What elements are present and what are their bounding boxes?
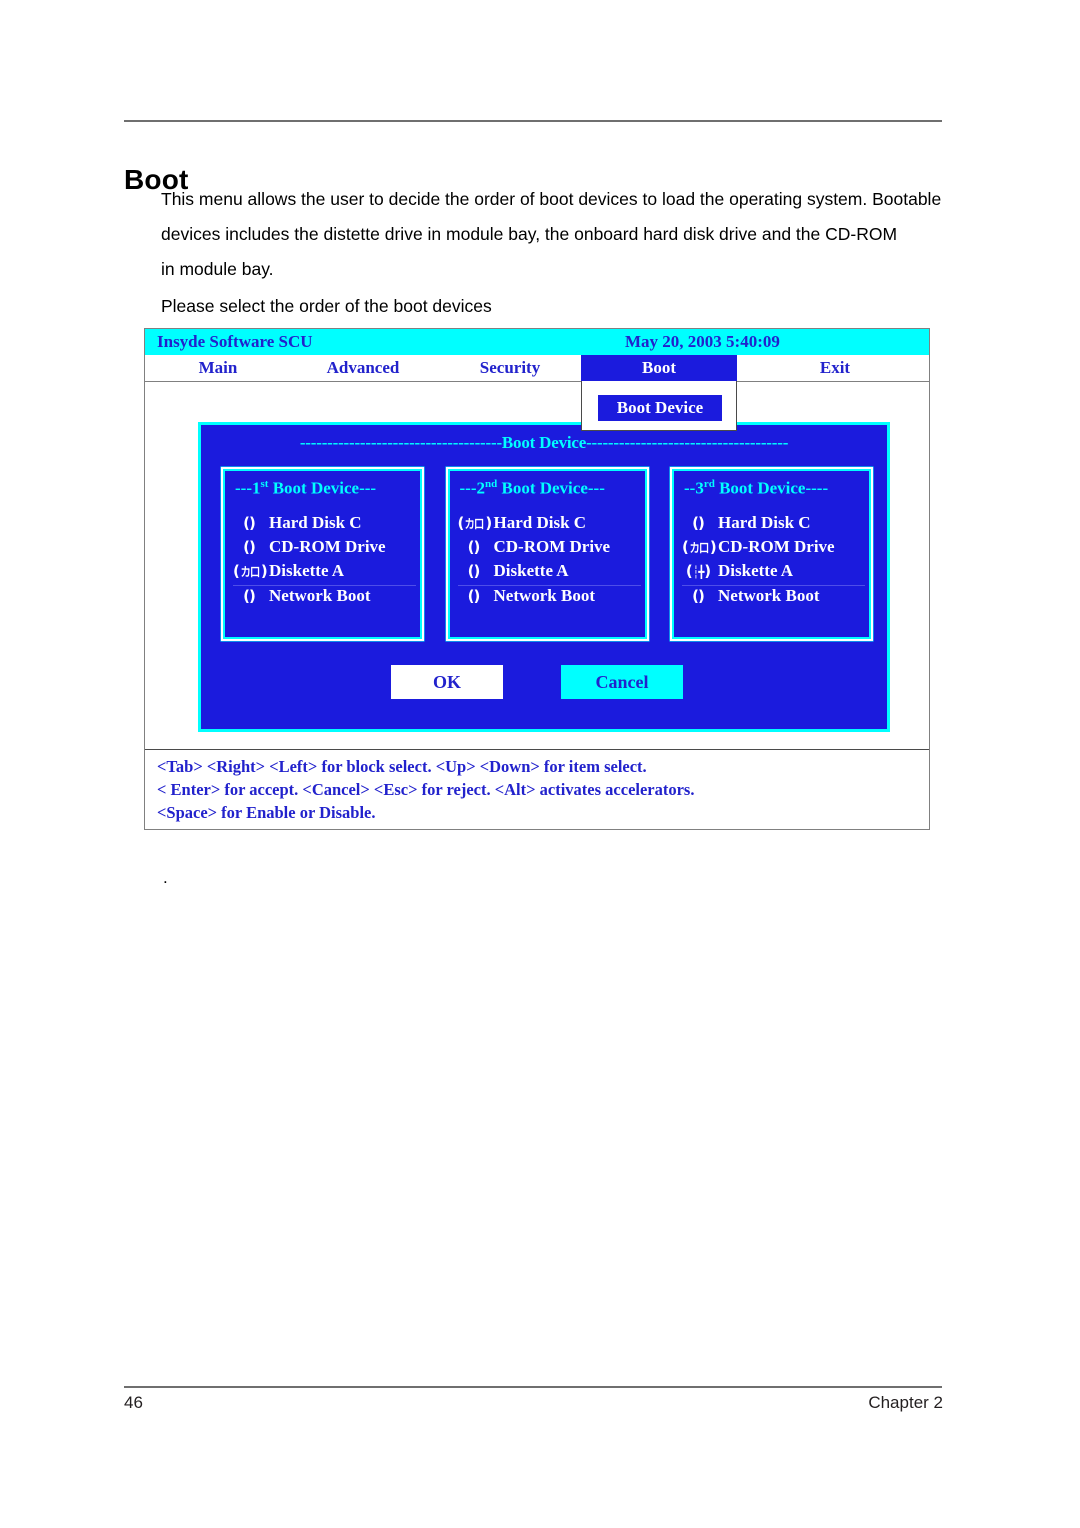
boot-menu-dropdown: Boot Device xyxy=(581,381,737,431)
footer-rule xyxy=(124,1386,942,1388)
panel-title: ---2nd Boot Device--- xyxy=(460,478,605,499)
help-line: < Enter> for accept. <Cancel> <Esc> for … xyxy=(157,780,695,799)
bios-menubar: Main Advanced Security Boot Exit xyxy=(145,355,929,382)
option-label: Network Boot xyxy=(718,586,820,605)
intro-paragraphs: This menu allows the user to decide the … xyxy=(161,182,942,324)
help-line: <Space> for Enable or Disable. xyxy=(157,803,376,822)
panel-2nd-boot-device: ---2nd Boot Device--- (カ口) Hard Disk C (… xyxy=(445,467,649,641)
header-rule xyxy=(124,120,942,122)
radio-indicator-icon[interactable]: (┆╋) xyxy=(682,562,714,580)
ok-button[interactable]: OK xyxy=(391,665,503,699)
option-network-boot[interactable]: () Network Boot xyxy=(457,585,641,610)
option-label: CD-ROM Drive xyxy=(718,537,835,556)
radio-indicator-icon[interactable]: () xyxy=(458,587,490,605)
menu-item-exit[interactable]: Exit xyxy=(785,355,885,381)
option-cd-rom-drive[interactable]: (カ口) CD-ROM Drive xyxy=(682,537,865,561)
bios-titlebar: Insyde Software SCU May 20, 2003 5:40:09 xyxy=(145,329,929,355)
panel-title-suffix: Boot Device--- xyxy=(268,478,377,498)
menu-item-security[interactable]: Security xyxy=(445,355,575,381)
stray-mark: . xyxy=(163,868,168,887)
footer-chapter-label: Chapter 2 xyxy=(868,1393,943,1412)
panel-title-ordinal: rd xyxy=(703,478,715,490)
option-list: () Hard Disk C () CD-ROM Drive (カ口) Disk… xyxy=(233,513,416,610)
dialog-button-row: OK Cancel xyxy=(201,665,887,699)
option-label: Network Boot xyxy=(269,586,371,605)
panel-3rd-boot-device: --3rd Boot Device---- () Hard Disk C (カ口… xyxy=(670,467,873,641)
option-network-boot[interactable]: () Network Boot xyxy=(682,585,865,610)
panel-title-prefix: ---1 xyxy=(235,478,261,498)
radio-indicator-icon[interactable]: () xyxy=(233,538,265,556)
option-label: Diskette A xyxy=(718,561,794,580)
footer-page-number: 46 xyxy=(124,1393,143,1412)
option-label: Hard Disk C xyxy=(718,513,811,532)
panel-1st-boot-device: ---1st Boot Device--- () Hard Disk C () … xyxy=(221,467,424,641)
bios-help-bar: <Tab> <Right> <Left> for block select. <… xyxy=(145,749,929,829)
option-diskette-a[interactable]: (┆╋) Diskette A xyxy=(682,561,865,585)
panel-title-suffix: Boot Device---- xyxy=(714,478,829,498)
radio-indicator-icon[interactable]: () xyxy=(458,538,490,556)
panel-title-ordinal: nd xyxy=(484,478,498,490)
option-label: Network Boot xyxy=(493,586,596,605)
boot-device-dialog: -------------------------------------Boo… xyxy=(195,419,893,735)
bios-datetime: May 20, 2003 5:40:09 xyxy=(625,332,780,351)
option-hard-disk-c[interactable]: () Hard Disk C xyxy=(233,513,416,537)
dialog-title: -------------------------------------Boo… xyxy=(299,433,789,452)
option-hard-disk-c[interactable]: () Hard Disk C xyxy=(682,513,865,537)
document-page: Boot This menu allows the user to decide… xyxy=(0,0,1080,1528)
panel-title-suffix: Boot Device--- xyxy=(497,478,605,498)
paragraph-line: Please select the order of the boot devi… xyxy=(161,296,492,316)
radio-indicator-icon[interactable]: (カ口) xyxy=(458,514,493,532)
option-cd-rom-drive[interactable]: () CD-ROM Drive xyxy=(458,537,641,561)
option-label: Diskette A xyxy=(493,561,569,580)
option-diskette-a[interactable]: (カ口) Diskette A xyxy=(233,561,416,585)
panel-title-prefix: ---2 xyxy=(459,478,485,498)
radio-indicator-icon[interactable]: () xyxy=(233,514,265,532)
panel-title-prefix: --3 xyxy=(684,478,704,498)
paragraph-line: devices includes the distette drive in m… xyxy=(161,224,898,244)
menu-item-advanced[interactable]: Advanced xyxy=(295,355,431,381)
option-label: CD-ROM Drive xyxy=(493,537,611,556)
option-list: () Hard Disk C (カ口) CD-ROM Drive (┆╋) Di… xyxy=(682,513,865,610)
boot-device-panels: ---1st Boot Device--- () Hard Disk C () … xyxy=(221,467,873,641)
option-label: Diskette A xyxy=(269,561,345,580)
radio-indicator-icon[interactable]: () xyxy=(682,587,714,605)
option-cd-rom-drive[interactable]: () CD-ROM Drive xyxy=(233,537,416,561)
option-diskette-a[interactable]: () Diskette A xyxy=(458,561,641,585)
panel-title: ---1st Boot Device--- xyxy=(235,478,376,499)
option-label: Hard Disk C xyxy=(493,513,587,532)
radio-indicator-icon[interactable]: () xyxy=(233,587,265,605)
paragraph-line: This menu allows the user to decide the … xyxy=(161,189,942,209)
radio-indicator-icon[interactable]: (カ口) xyxy=(233,562,268,580)
option-network-boot[interactable]: () Network Boot xyxy=(233,585,416,610)
radio-indicator-icon[interactable]: (カ口) xyxy=(682,538,717,556)
dropdown-item-boot-device[interactable]: Boot Device xyxy=(598,395,722,421)
option-list: (カ口) Hard Disk C () CD-ROM Drive () Disk… xyxy=(457,513,641,610)
menu-item-boot[interactable]: Boot xyxy=(581,355,737,381)
bios-app-name: Insyde Software SCU xyxy=(157,332,313,351)
bios-setup-screen: Insyde Software SCU May 20, 2003 5:40:09… xyxy=(144,328,930,830)
option-hard-disk-c[interactable]: (カ口) Hard Disk C xyxy=(458,513,641,537)
radio-indicator-icon[interactable]: () xyxy=(458,562,490,580)
help-line: <Tab> <Right> <Left> for block select. <… xyxy=(157,757,647,776)
panel-title: --3rd Boot Device---- xyxy=(684,478,828,499)
option-label: Hard Disk C xyxy=(269,513,362,532)
radio-indicator-icon[interactable]: () xyxy=(682,514,714,532)
cancel-button[interactable]: Cancel xyxy=(561,665,683,699)
paragraph-line: in module bay. xyxy=(161,259,274,279)
menu-item-main[interactable]: Main xyxy=(163,355,273,381)
option-label: CD-ROM Drive xyxy=(269,537,386,556)
